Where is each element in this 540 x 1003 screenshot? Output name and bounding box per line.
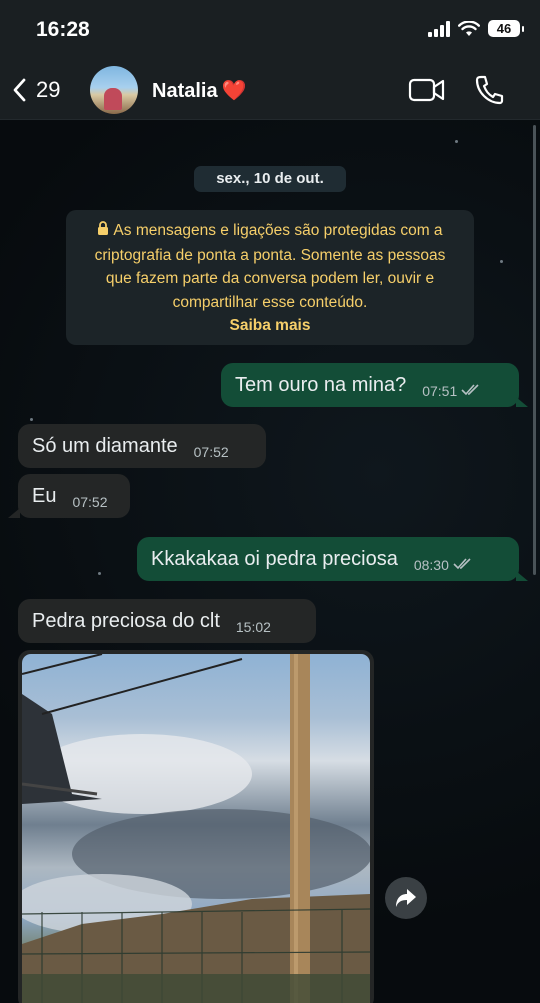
video-call-icon [408, 78, 445, 102]
heart-emoji: ❤️ [221, 80, 247, 102]
image-message[interactable] [18, 650, 374, 1003]
bubble-tail [8, 508, 20, 518]
message-time: 07:52 [72, 494, 108, 510]
double-check-icon [461, 383, 481, 399]
date-chip: sex., 10 de out. [194, 166, 346, 192]
message-bubble-outgoing[interactable]: Kkakakaa oi pedra preciosa 08:30 [137, 537, 519, 581]
chat-header: 29 Natalia ❤️ [0, 62, 540, 120]
forward-button[interactable] [385, 877, 427, 919]
back-icon [13, 78, 26, 102]
message-text: Eu [32, 484, 57, 507]
encryption-notice[interactable]: As mensagens e ligações são protegidas c… [66, 210, 474, 345]
message-text: Só um diamante [32, 434, 178, 457]
status-bar: 16:28 46 [0, 0, 540, 62]
message-time: 07:52 [193, 444, 229, 460]
contact-name-text: Natalia [152, 80, 218, 102]
scrollbar[interactable] [533, 125, 536, 575]
message-text: Tem ouro na mina? [235, 373, 407, 396]
message-text: Pedra preciosa do clt [32, 609, 220, 632]
contact-name[interactable]: Natalia ❤️ [152, 78, 247, 103]
unread-count: 29 [36, 77, 61, 102]
encryption-text: As mensagens e ligações são protegidas c… [94, 222, 446, 311]
message-bubble-incoming[interactable]: Pedra preciosa do clt 15:02 [18, 599, 316, 643]
status-time: 16:28 [36, 18, 90, 41]
forward-icon [396, 889, 416, 907]
video-call-button[interactable] [408, 76, 446, 109]
bubble-tail [516, 397, 528, 407]
chat-area[interactable]: sex., 10 de out. As mensagens e ligações… [0, 120, 540, 1003]
signal-icon [428, 20, 450, 37]
status-icons: 46 [428, 20, 524, 37]
back-button[interactable]: 29 [10, 70, 60, 110]
wifi-icon [458, 20, 480, 36]
lock-icon [97, 220, 109, 244]
battery-indicator: 46 [488, 20, 524, 37]
message-bubble-incoming[interactable]: Só um diamante 07:52 [18, 424, 266, 468]
avatar[interactable] [90, 66, 138, 114]
message-time: 07:51 [422, 383, 458, 399]
double-check-icon [453, 557, 473, 573]
phone-call-button[interactable] [474, 74, 504, 111]
phone-call-icon [475, 75, 504, 105]
message-bubble-incoming[interactable]: Eu 07:52 [18, 474, 130, 518]
message-time: 08:30 [413, 557, 449, 573]
bubble-tail [516, 571, 528, 581]
message-bubble-outgoing[interactable]: Tem ouro na mina? 07:51 [221, 363, 519, 407]
message-text: Kkakakaa oi pedra preciosa [151, 547, 398, 570]
photo[interactable] [22, 654, 370, 1003]
learn-more-link[interactable]: Saiba mais [80, 314, 460, 338]
message-time: 15:02 [235, 619, 271, 635]
